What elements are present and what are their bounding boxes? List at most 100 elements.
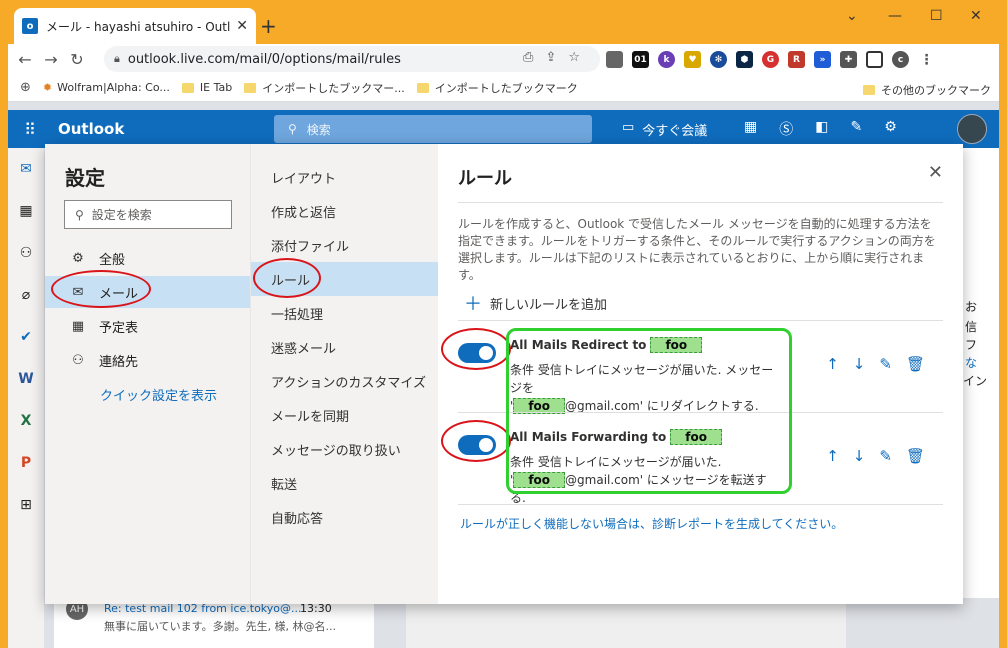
url-field[interactable]: 🔒︎ outlook.live.com/mail/0/options/mail/… xyxy=(104,46,600,72)
move-down-icon[interactable]: ↓ xyxy=(853,447,866,465)
move-up-icon[interactable]: ↑ xyxy=(826,355,839,373)
menu-forwarding[interactable]: 転送 xyxy=(251,466,439,500)
bookmark-item-imported-1[interactable]: インポートしたブックマー... xyxy=(244,80,405,96)
search-icon: ⚲ xyxy=(288,122,297,136)
word-icon[interactable]: W xyxy=(8,358,44,400)
extension-k-icon[interactable]: k xyxy=(658,51,675,68)
video-icon: ▭ xyxy=(622,120,635,135)
folder-icon xyxy=(416,82,429,93)
bookmark-other[interactable]: その他のブックマーク xyxy=(863,82,991,98)
back-icon[interactable]: ← xyxy=(12,50,38,69)
move-up-icon[interactable]: ↑ xyxy=(826,447,839,465)
folder-icon xyxy=(863,85,875,95)
menu-message-handling[interactable]: メッセージの取り扱い xyxy=(251,432,439,466)
extension-g-icon[interactable]: G xyxy=(762,51,779,68)
bookmark-item-imported-2[interactable]: インポートしたブックマーク xyxy=(416,80,578,96)
annotation-oval-toggle-1 xyxy=(441,328,511,370)
menu-customize-actions[interactable]: アクションのカスタマイズ xyxy=(251,364,439,398)
forward-icon[interactable]: → xyxy=(38,50,64,69)
gear-icon: ⚙ xyxy=(72,250,84,266)
mail-icon[interactable]: ✉ xyxy=(8,148,44,190)
reload-icon[interactable]: ↻ xyxy=(64,50,90,69)
menu-auto-reply[interactable]: 自動応答 xyxy=(251,500,439,534)
extension-01-icon[interactable]: 01 xyxy=(632,51,649,68)
outlook-favicon-icon: o xyxy=(22,18,38,34)
excel-icon[interactable]: X xyxy=(8,400,44,442)
header-icons: ▦ Ⓢ ◧ ✎ ⚙ xyxy=(744,119,897,139)
browser-tab[interactable]: o メール - hayashi atsuhiro - Outlook ✕ xyxy=(14,8,256,44)
move-down-icon[interactable]: ↓ xyxy=(853,355,866,373)
extension-gear-icon[interactable]: ✻ xyxy=(710,51,727,68)
diagnostic-report-link[interactable]: ルールが正しく機能しない場合は、診断レポートを生成してください。 xyxy=(460,515,843,532)
add-rule-button[interactable]: ＋ 新しいルールを追加 xyxy=(464,290,607,316)
profile-icon[interactable]: c xyxy=(892,51,909,68)
delete-trash-icon[interactable]: 🗑︎ xyxy=(906,355,925,373)
extensions-puzzle-icon[interactable]: ✚ xyxy=(840,51,857,68)
browser-menu-icon[interactable]: ⋮ xyxy=(918,51,935,68)
settings-title: 設定 xyxy=(65,166,105,190)
more-apps-icon[interactable]: ⊞ xyxy=(8,484,44,526)
edit-pencil-icon[interactable]: ✎ xyxy=(879,447,892,465)
menu-junk[interactable]: 迷惑メール xyxy=(251,330,439,364)
category-calendar[interactable]: ▦ 予定表 xyxy=(45,310,250,342)
bookmarks-bar: ⊕ ✹ Wolfram|Alpha: Co... IE Tab インポートしたブッ… xyxy=(8,74,999,102)
settings-gear-icon[interactable]: ⚙ xyxy=(884,119,897,139)
bookmark-item-wolfram[interactable]: ✹ Wolfram|Alpha: Co... xyxy=(43,81,170,94)
compose-note-icon[interactable]: ✎ xyxy=(850,119,862,139)
rule-actions: ↑ ↓ ✎ 🗑︎ xyxy=(826,355,925,373)
outlook-brand[interactable]: Outlook xyxy=(58,120,124,138)
close-icon[interactable]: ✕ xyxy=(928,162,943,183)
mail-search-input[interactable]: ⚲ 検索 xyxy=(274,115,592,143)
skype-icon[interactable]: Ⓢ xyxy=(779,119,793,139)
meet-now-button[interactable]: ▭ 今すぐ会議 xyxy=(622,120,707,139)
app-rail: ✉ ▦ ⚇ ⌀ ✔ W X P ⊞ xyxy=(8,148,44,648)
url-action-icons[interactable]: ⎙⇪☆ xyxy=(523,50,592,65)
search-icon: ⚲ xyxy=(75,207,84,222)
menu-compose-reply[interactable]: 作成と返信 xyxy=(251,194,439,228)
sidebar-toggle-icon[interactable] xyxy=(866,51,883,68)
delete-trash-icon[interactable]: 🗑︎ xyxy=(906,447,925,465)
bookmark-item-ietab[interactable]: IE Tab xyxy=(181,81,232,94)
menu-sync[interactable]: メールを同期 xyxy=(251,398,439,432)
edit-pencil-icon[interactable]: ✎ xyxy=(879,355,892,373)
attachment-icon[interactable]: ⌀ xyxy=(8,274,44,316)
annotation-oval-mail xyxy=(51,270,151,308)
menu-layout[interactable]: レイアウト xyxy=(251,160,439,194)
app-launcher-icon[interactable]: ⠿ xyxy=(8,120,52,139)
tab-search-icon[interactable]: ⌄ xyxy=(846,8,858,24)
tab-close-icon[interactable]: ✕ xyxy=(236,18,248,34)
qr-icon[interactable]: ▦ xyxy=(744,119,757,139)
mail-preview: 無事に届いています。多謝。先生, 様, 林@名... xyxy=(104,620,337,633)
powerpoint-icon[interactable]: P xyxy=(8,442,44,484)
new-tab-button[interactable]: + xyxy=(260,14,277,38)
office-icon[interactable]: ◧ xyxy=(815,119,828,139)
user-avatar[interactable] xyxy=(957,114,987,144)
todo-icon[interactable]: ✔ xyxy=(8,316,44,358)
menu-sweep[interactable]: 一括処理 xyxy=(251,296,439,330)
calendar-icon[interactable]: ▦ xyxy=(8,190,44,232)
rules-description: ルールを作成すると、Outlook で受信したメール メッセージを自動的に処理す… xyxy=(458,217,936,282)
minimize-icon[interactable]: — xyxy=(888,8,902,24)
maximize-icon[interactable]: ☐ xyxy=(930,8,943,24)
apps-icon[interactable]: ⊕ xyxy=(20,80,31,95)
extension-r-icon[interactable]: R xyxy=(788,51,805,68)
extension-heart-icon[interactable]: ♥ xyxy=(684,51,701,68)
tab-title: メール - hayashi atsuhiro - Outlook xyxy=(46,19,231,34)
settings-search-input[interactable]: ⚲ 設定を検索 xyxy=(64,200,232,229)
wolfram-icon: ✹ xyxy=(42,81,53,94)
calendar-icon: ▦ xyxy=(71,318,85,334)
menu-attachments[interactable]: 添付ファイル xyxy=(251,228,439,262)
people-icon[interactable]: ⚇ xyxy=(8,232,44,274)
category-general[interactable]: ⚙ 全般 xyxy=(45,242,250,274)
extension-hex-icon[interactable]: ⬢ xyxy=(736,51,753,68)
right-partial-panel: お 信 フ な イン xyxy=(963,148,999,598)
extension-arrow-icon[interactable]: » xyxy=(814,51,831,68)
window-close-icon[interactable]: ✕ xyxy=(970,8,982,24)
settings-categories: 設定 ⚲ 設定を検索 ⚙ 全般 ✉ メール ▦ 予定表 ⚇ 連絡先 クイック設定を表示 xyxy=(45,144,250,604)
divider xyxy=(458,504,943,505)
annotation-green-box xyxy=(506,328,792,494)
rule-actions: ↑ ↓ ✎ 🗑︎ xyxy=(826,447,925,465)
quick-settings-link[interactable]: クイック設定を表示 xyxy=(100,385,217,404)
category-contacts[interactable]: ⚇ 連絡先 xyxy=(45,344,250,376)
extension-calendar-icon[interactable] xyxy=(606,51,623,68)
